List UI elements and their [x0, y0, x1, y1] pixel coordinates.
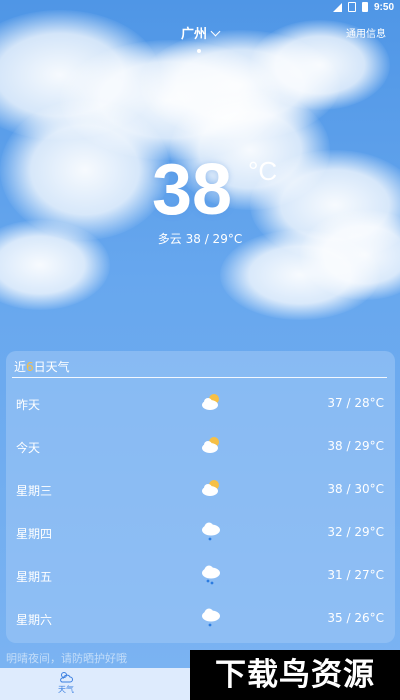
chevron-down-icon — [210, 26, 221, 37]
city-name: 广州 — [180, 27, 207, 42]
condition-line: 多云 38 / 29°C — [157, 232, 243, 246]
tab-weather[interactable]: 天气 — [36, 670, 96, 700]
light-rain-icon — [199, 605, 223, 629]
forecast-row[interactable]: 今天 38 / 29°C — [6, 424, 395, 467]
page-indicator-dot — [197, 49, 201, 53]
general-info-link[interactable]: 通用信息 — [346, 25, 386, 40]
forecast-day: 星期六 — [16, 613, 53, 627]
forecast-title-count: 6 — [26, 360, 34, 374]
forecast-range: 31 / 27°C — [327, 568, 384, 582]
forecast-range: 32 / 29°C — [327, 525, 384, 539]
light-rain-icon — [199, 519, 223, 543]
forecast-title-prefix: 近 — [14, 360, 27, 374]
forecast-row[interactable]: 星期六 35 / 26°C — [6, 596, 395, 639]
forecast-divider — [12, 377, 387, 378]
status-time: 9:50 — [373, 1, 394, 13]
city-selector[interactable]: 广州 — [0, 23, 400, 42]
forecast-range: 37 / 28°C — [327, 396, 384, 410]
partly-cloudy-icon — [199, 433, 223, 457]
forecast-row[interactable]: 星期五 31 / 27°C — [6, 553, 395, 596]
battery-icon — [361, 2, 368, 12]
forecast-day: 星期五 — [16, 570, 53, 584]
watermark: 下载鸟资源 — [190, 650, 400, 700]
forecast-day: 今天 — [16, 441, 41, 455]
weather-icon — [59, 670, 73, 684]
current-temperature: 38 °C — [0, 150, 400, 230]
forecast-row[interactable]: 星期四 32 / 29°C — [6, 510, 395, 553]
top-bar: 广州 通用信息 — [0, 20, 400, 44]
tab-weather-label: 天气 — [58, 685, 74, 694]
forecast-range: 38 / 29°C — [327, 439, 384, 453]
forecast-day: 星期三 — [16, 484, 53, 498]
forecast-day: 星期四 — [16, 527, 53, 541]
temperature-value: 38 — [152, 150, 233, 230]
forecast-card: 近6日天气 昨天 37 / 28°C 今天 38 / 29°C 星期三 38 /… — [6, 351, 395, 643]
forecast-range: 35 / 26°C — [327, 611, 384, 625]
temperature-unit: °C — [248, 156, 278, 186]
forecast-title: 近6日天气 — [14, 358, 70, 375]
status-bar: 9:50 — [0, 0, 400, 14]
partly-cloudy-icon — [199, 390, 223, 414]
forecast-title-suffix: 日天气 — [33, 360, 70, 374]
signal-icon — [332, 2, 342, 12]
forecast-day: 昨天 — [16, 398, 41, 412]
sim-icon — [347, 2, 356, 12]
partly-cloudy-icon — [199, 476, 223, 500]
moderate-rain-icon — [199, 562, 223, 586]
forecast-row[interactable]: 星期三 38 / 30°C — [6, 467, 395, 510]
forecast-range: 38 / 30°C — [327, 482, 384, 496]
forecast-row[interactable]: 昨天 37 / 28°C — [6, 381, 395, 424]
